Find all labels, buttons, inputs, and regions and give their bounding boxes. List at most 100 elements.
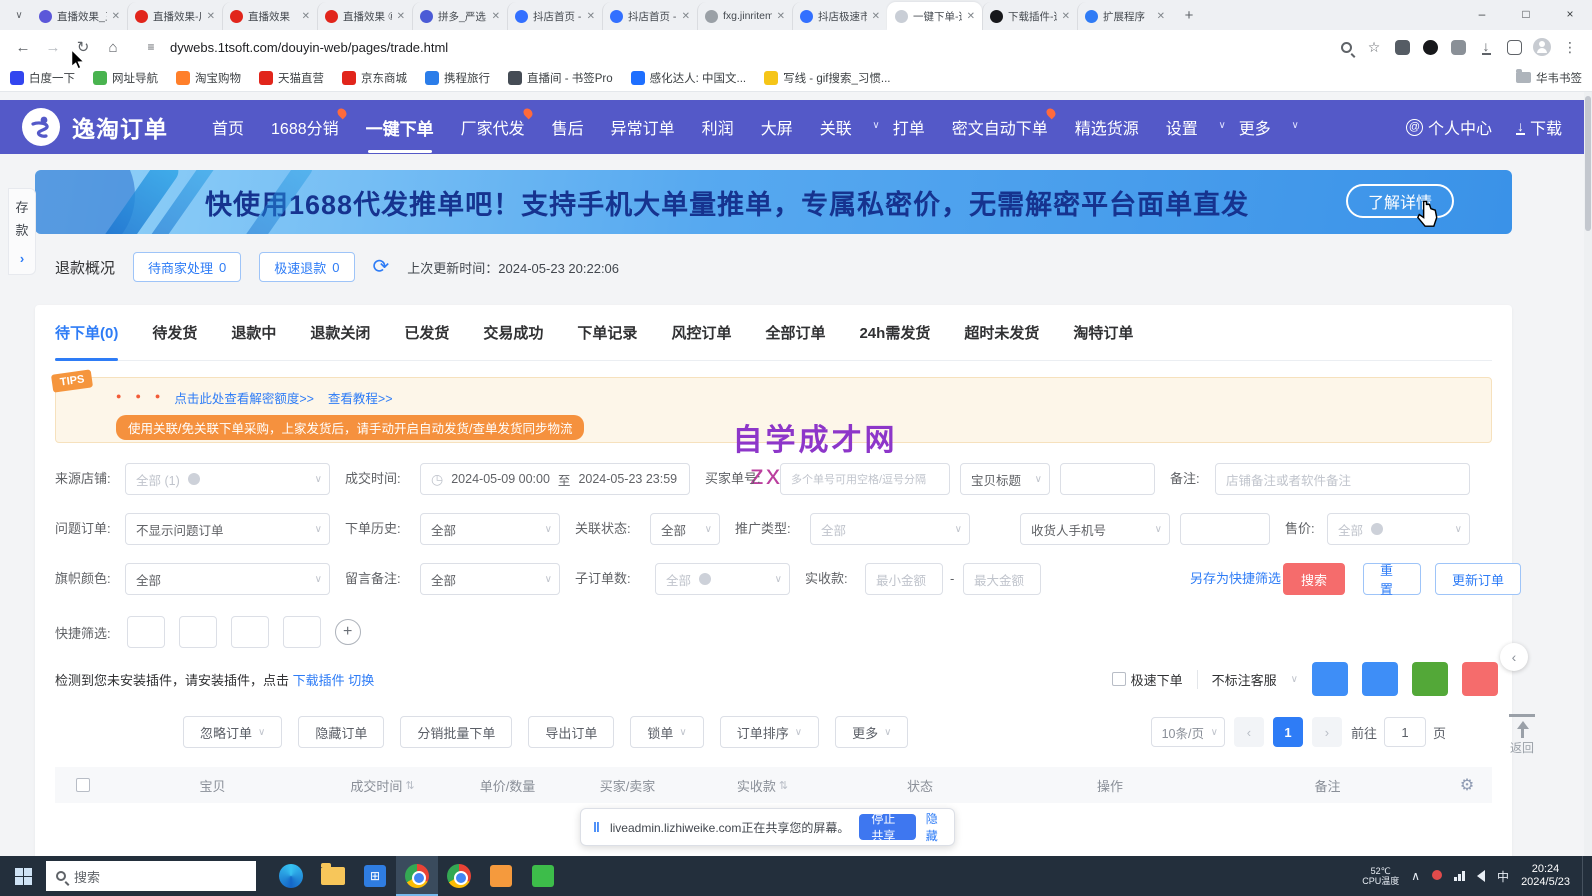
window-minimize-button[interactable]: –: [1460, 0, 1504, 28]
select-all-checkbox[interactable]: [76, 778, 90, 792]
bookmark-item[interactable]: 京东商城: [342, 70, 407, 86]
table-column-header[interactable]: 买家/卖家: [565, 776, 690, 795]
toolbar-button[interactable]: 锁单: [630, 716, 703, 748]
tip-link-quota[interactable]: 点击此处查看解密额度>>: [174, 388, 314, 407]
extension-dark-icon[interactable]: [1418, 35, 1442, 59]
bookmark-item[interactable]: 写线 - gif搜索_习惯...: [764, 70, 890, 86]
nav-item[interactable]: 一键下单: [366, 115, 434, 140]
browser-menu-icon[interactable]: ⋮: [1558, 35, 1582, 59]
mode-action-button[interactable]: [1362, 662, 1398, 696]
order-status-tab[interactable]: 全部订单: [765, 319, 825, 360]
order-status-tab[interactable]: 24h需发货: [859, 319, 930, 360]
nav-item[interactable]: 设置: [1166, 115, 1212, 139]
tip-link-tutorial[interactable]: 查看教程>>: [328, 388, 393, 407]
side-collapse-tab[interactable]: 存 款 ›: [8, 188, 36, 275]
toolbar-button[interactable]: 更多: [835, 716, 908, 748]
checkbox-icon[interactable]: [1112, 672, 1126, 686]
table-column-header[interactable]: 操作: [1005, 776, 1215, 795]
relation-state-select[interactable]: 全部∨: [650, 513, 720, 545]
browser-tab[interactable]: 拼多_严选比 ✕: [412, 2, 507, 30]
bookmark-item[interactable]: 感化达人: 中国文...: [631, 70, 746, 86]
pending-merchant-button[interactable]: 待商家处理 0: [133, 252, 241, 282]
window-close-button[interactable]: ×: [1548, 0, 1592, 28]
back-icon[interactable]: ←: [10, 34, 36, 60]
fast-order-checkbox[interactable]: 极速下单: [1112, 670, 1183, 689]
taskbar-app-explorer-icon[interactable]: [312, 856, 354, 896]
receiver-phone-input[interactable]: [1180, 513, 1270, 545]
table-column-header[interactable]: 实收款: [690, 776, 835, 795]
table-column-header[interactable]: 状态: [835, 776, 1005, 795]
cpu-temp-widget[interactable]: 52℃CPU温度: [1362, 866, 1399, 886]
fast-refund-button[interactable]: 极速退款 0: [259, 252, 354, 282]
download-plugin-link[interactable]: 下载插件: [293, 673, 345, 688]
nav-item[interactable]: 异常订单: [611, 115, 675, 139]
bookmark-item[interactable]: 白度一下: [10, 70, 75, 86]
suborder-count-select[interactable]: 全部∨: [655, 563, 790, 595]
tab-close-icon[interactable]: ✕: [587, 11, 595, 22]
nav-item[interactable]: 关联: [820, 115, 866, 139]
back-to-top-button[interactable]: 返回: [1496, 714, 1548, 756]
order-status-tab[interactable]: 超时未发货: [964, 319, 1039, 360]
prev-page-button[interactable]: ‹: [1234, 717, 1264, 747]
per-page-select[interactable]: 10条/页∨: [1151, 717, 1225, 747]
browser-tab[interactable]: 抖店极速市 ✕: [792, 2, 887, 30]
order-status-tab[interactable]: 退款关闭: [310, 319, 370, 360]
problem-order-select[interactable]: 不显示问题订单∨: [125, 513, 330, 545]
nav-item[interactable]: 厂家代发: [461, 115, 525, 139]
taskbar-app-chrome-icon[interactable]: [438, 856, 480, 896]
site-brand[interactable]: 逸淘订单: [72, 110, 168, 144]
collapse-panel-button[interactable]: ‹: [1500, 643, 1528, 671]
quick-filter-button[interactable]: [127, 616, 165, 648]
next-page-button[interactable]: ›: [1312, 717, 1342, 747]
bookmark-item[interactable]: 天猫直营: [259, 70, 324, 86]
buyer-order-input[interactable]: 多个单号可用空格/逗号分隔: [780, 463, 950, 495]
tab-search-icon[interactable]: ∨: [6, 3, 32, 27]
title-field-select[interactable]: 宝贝标题∨: [960, 463, 1050, 495]
browser-tab[interactable]: 扩展程序 ✕: [1077, 2, 1172, 30]
toolbar-button[interactable]: 隐藏订单: [298, 716, 384, 748]
nav-item[interactable]: 密文自动下单: [952, 115, 1048, 139]
window-maximize-button[interactable]: □: [1504, 0, 1548, 28]
bookmark-item[interactable]: 淘宝购物: [176, 70, 241, 86]
nav-item[interactable]: 首页: [212, 115, 244, 139]
tab-close-icon[interactable]: ✕: [967, 11, 975, 22]
tab-close-icon[interactable]: ✕: [1062, 11, 1070, 22]
goto-page-input[interactable]: 1: [1384, 717, 1426, 747]
save-quick-filter-link[interactable]: 另存为快捷筛选: [1190, 563, 1281, 595]
order-status-tab[interactable]: 淘特订单: [1073, 319, 1133, 360]
mode-action-button[interactable]: [1312, 662, 1348, 696]
tray-app-icon[interactable]: [1432, 869, 1442, 883]
show-desktop-strip[interactable]: [1582, 856, 1586, 896]
downloads-icon[interactable]: ↓: [1474, 35, 1498, 59]
tab-close-icon[interactable]: ✕: [112, 11, 120, 22]
browser-tab[interactable]: fxg.jinritem ✕: [697, 2, 792, 30]
profile-avatar[interactable]: [1530, 35, 1554, 59]
order-status-tab[interactable]: 风控订单: [671, 319, 731, 360]
toolbar-button[interactable]: 导出订单: [528, 716, 614, 748]
browser-tab[interactable]: 抖店首页 - ✕: [602, 2, 697, 30]
bookmark-folder[interactable]: 华韦书签: [1516, 70, 1582, 86]
nav-item[interactable]: 1688分销: [271, 115, 339, 139]
scrollbar-thumb[interactable]: [1585, 96, 1591, 231]
update-orders-button[interactable]: 更新订单: [1435, 563, 1521, 595]
price-select[interactable]: 全部∨: [1327, 513, 1470, 545]
nav-item[interactable]: 打单: [893, 115, 925, 139]
banner-detail-button[interactable]: 了解详情: [1346, 184, 1454, 218]
network-icon[interactable]: [1454, 871, 1465, 881]
order-status-tab[interactable]: 退款中: [231, 319, 276, 360]
taskbar-app-store-icon[interactable]: ⊞: [354, 856, 396, 896]
reload-icon[interactable]: ↻: [70, 34, 96, 60]
order-status-tab[interactable]: 已发货: [404, 319, 449, 360]
order-status-tab[interactable]: 待发货: [152, 319, 197, 360]
home-icon[interactable]: ⌂: [100, 34, 126, 60]
tab-close-icon[interactable]: ✕: [207, 11, 215, 22]
quick-filter-button[interactable]: [283, 616, 321, 648]
page-scrollbar[interactable]: [1584, 92, 1592, 856]
table-column-header[interactable]: 备注: [1215, 776, 1440, 795]
order-status-tab[interactable]: 交易成功: [483, 319, 543, 360]
receiver-phone-select[interactable]: 收货人手机号∨: [1020, 513, 1170, 545]
reset-button[interactable]: 重置: [1363, 563, 1421, 595]
address-url[interactable]: dywebs.1tsoft.com/douyin-web/pages/trade…: [170, 40, 1330, 55]
mode-action-button[interactable]: [1412, 662, 1448, 696]
browser-tab[interactable]: 直播效果 ✕: [222, 2, 317, 30]
